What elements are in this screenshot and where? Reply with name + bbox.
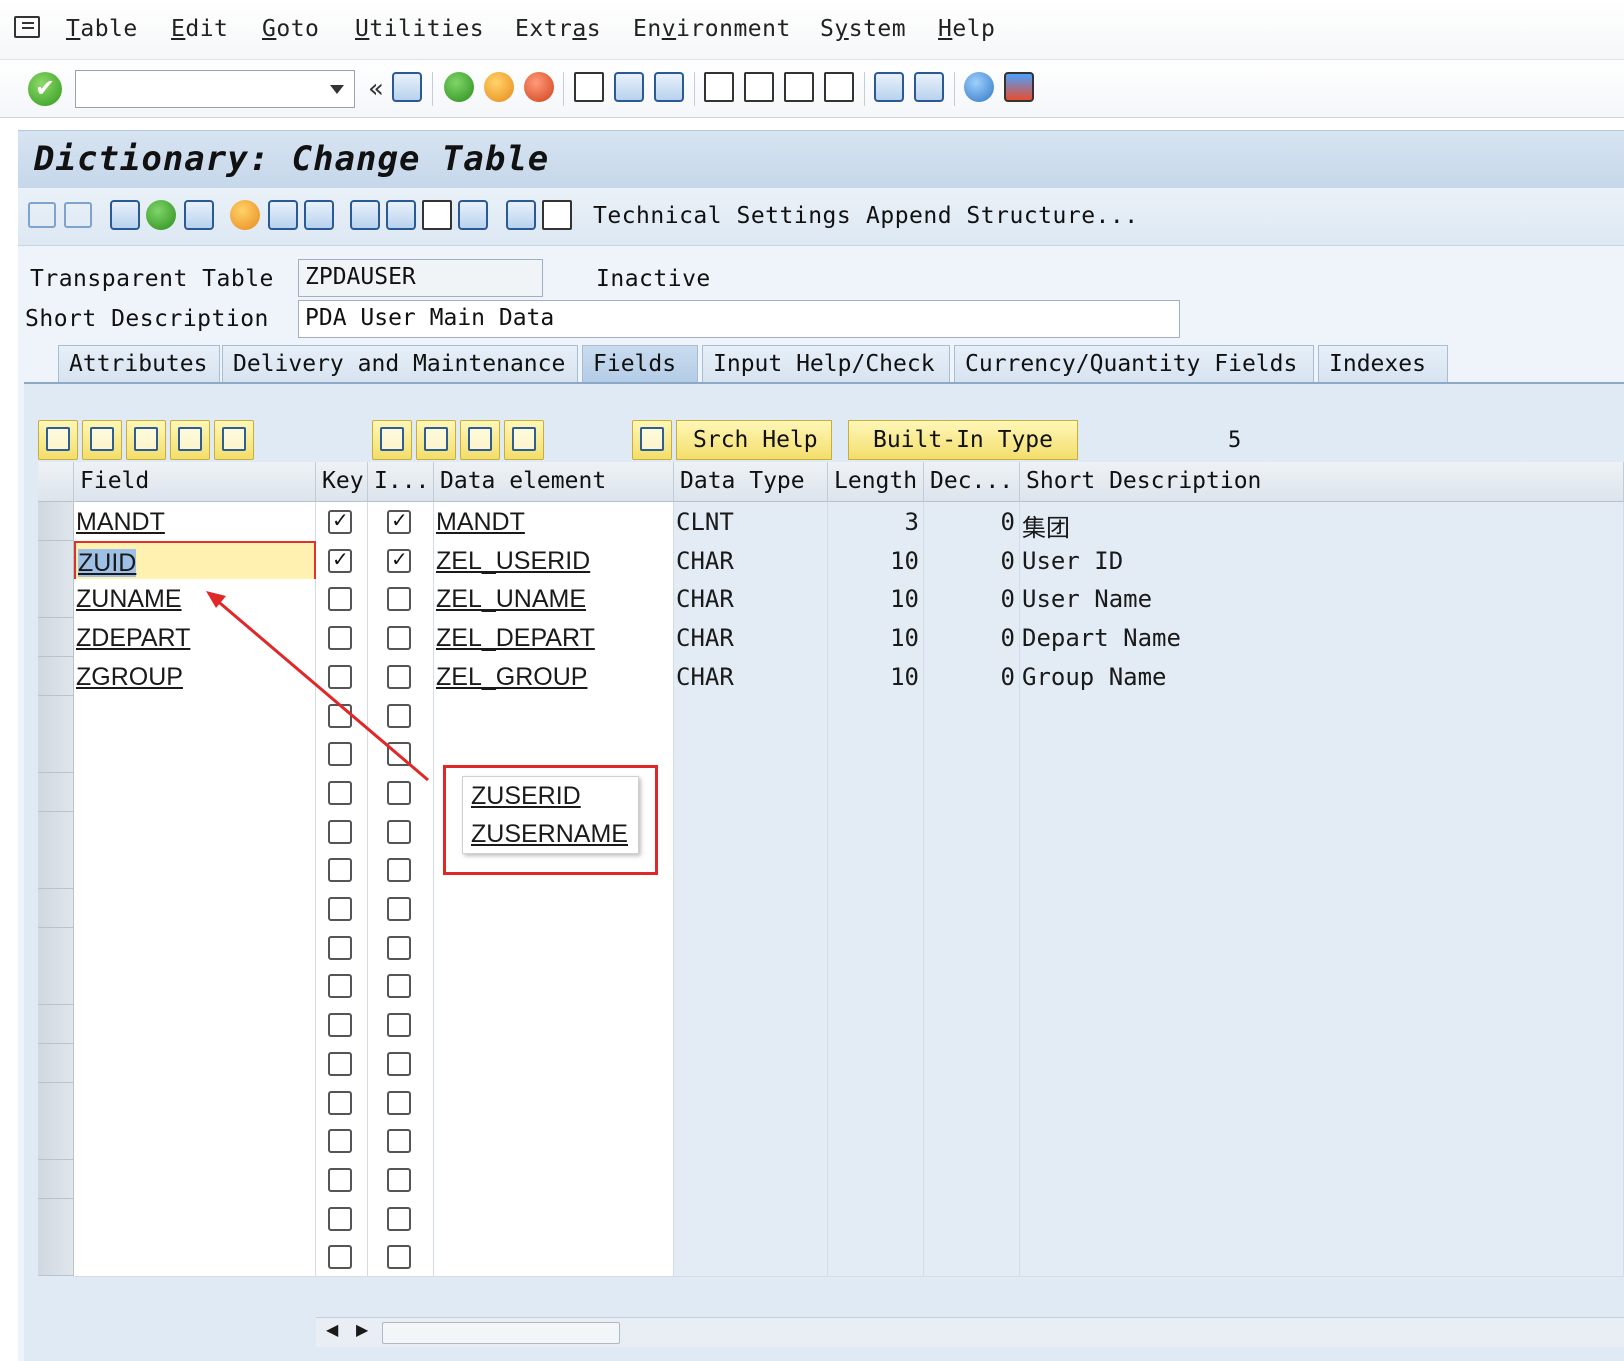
annotation-arrow — [206, 591, 429, 782]
scroll-right-icon[interactable]: ▶ — [356, 1320, 368, 1339]
scroll-left-icon[interactable]: ◀ — [326, 1320, 338, 1339]
scroll-thumb[interactable] — [382, 1322, 620, 1344]
horizontal-scrollbar[interactable]: ◀ ▶ — [316, 1317, 1624, 1347]
